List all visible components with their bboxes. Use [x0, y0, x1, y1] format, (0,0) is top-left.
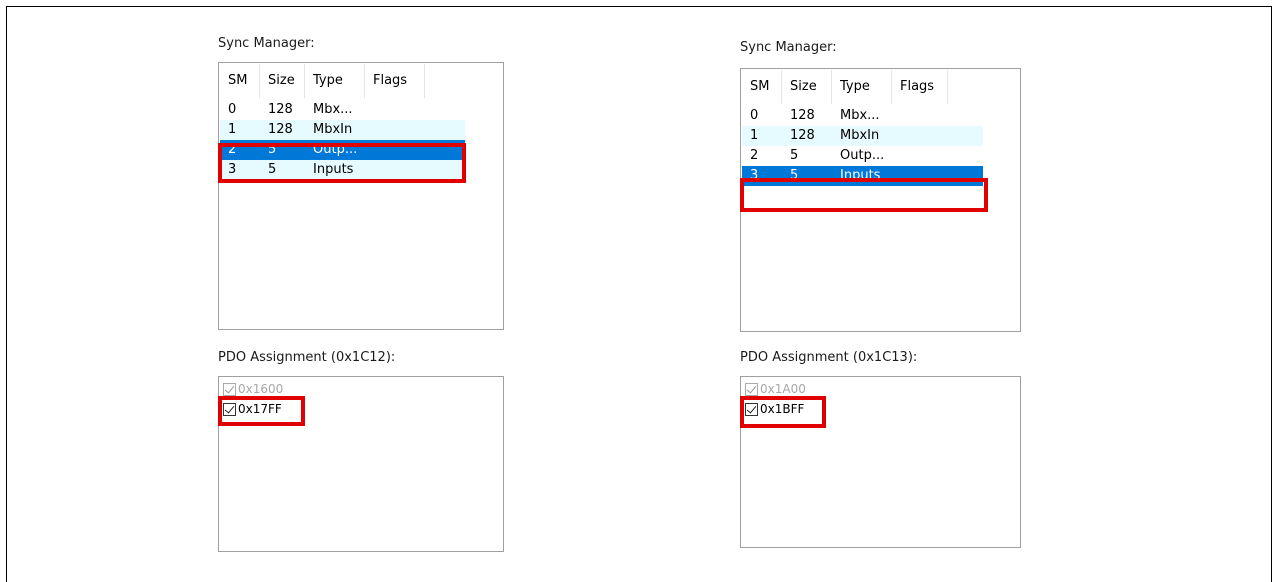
- cell-size: 5: [790, 168, 799, 183]
- cell-size: 5: [268, 162, 277, 177]
- cell-sm: 0: [228, 102, 237, 117]
- cell-size: 5: [268, 142, 277, 157]
- cell-type: Inputs: [313, 162, 354, 177]
- cell-size: 128: [790, 108, 815, 123]
- cell-type: MbxIn: [313, 122, 353, 137]
- cell-type: Outp...: [840, 148, 885, 163]
- cell-sm: 1: [228, 122, 237, 137]
- pdo-assignment-label: PDO Assignment (0x1C12):: [218, 350, 396, 365]
- list-row[interactable]: 1 128 MbxIn: [220, 120, 465, 140]
- column-header-flags[interactable]: Flags: [892, 70, 948, 104]
- list-rows: 0 128 Mbx... 1 128 MbxIn 2 5 Outp... 3 5…: [742, 106, 983, 186]
- cell-type: Outp...: [313, 142, 358, 157]
- list-row-selected[interactable]: 2 5 Outp...: [220, 140, 465, 160]
- cell-type: Inputs: [840, 168, 881, 183]
- pdo-item-label: 0x1BFF: [760, 402, 805, 416]
- column-header-size[interactable]: Size: [260, 64, 305, 98]
- pdo-assignment-label: PDO Assignment (0x1C13):: [740, 350, 918, 365]
- list-row[interactable]: 3 5 Inputs: [220, 160, 465, 180]
- cell-size: 128: [790, 128, 815, 143]
- pdo-item[interactable]: 0x1BFF: [745, 401, 804, 417]
- list-row[interactable]: 0 128 Mbx...: [220, 100, 465, 120]
- list-header: SM Size Type Flags: [742, 70, 948, 104]
- pdo-assignment-list[interactable]: 0x1600 0x17FF: [218, 376, 504, 552]
- sync-manager-list[interactable]: SM Size Type Flags 0 128 Mbx... 1 128 Mb…: [740, 68, 1021, 332]
- cell-type: MbxIn: [840, 128, 880, 143]
- sync-manager-label: Sync Manager:: [218, 36, 315, 51]
- pdo-item-label: 0x1A00: [760, 382, 806, 396]
- column-header-type[interactable]: Type: [832, 70, 892, 104]
- checkbox-icon[interactable]: [223, 382, 236, 396]
- cell-sm: 2: [750, 148, 759, 163]
- window-frame: [6, 6, 1272, 582]
- column-header-sm[interactable]: SM: [742, 70, 782, 104]
- checkbox-icon[interactable]: [745, 382, 758, 396]
- cell-sm: 3: [750, 168, 759, 183]
- list-row[interactable]: 2 5 Outp...: [742, 146, 983, 166]
- pdo-item-label: 0x1600: [238, 382, 284, 396]
- pdo-item[interactable]: 0x1A00: [745, 381, 806, 397]
- cell-type: Mbx...: [840, 108, 880, 123]
- pdo-item[interactable]: 0x1600: [223, 381, 283, 397]
- checkbox-icon[interactable]: [745, 402, 758, 416]
- cell-size: 5: [790, 148, 799, 163]
- sync-manager-list[interactable]: SM Size Type Flags 0 128 Mbx... 1 128 Mb…: [218, 62, 504, 330]
- cell-sm: 0: [750, 108, 759, 123]
- pdo-item[interactable]: 0x17FF: [223, 401, 282, 417]
- column-header-sm[interactable]: SM: [220, 64, 260, 98]
- cell-size: 128: [268, 122, 293, 137]
- column-header-size[interactable]: Size: [782, 70, 832, 104]
- cell-size: 128: [268, 102, 293, 117]
- checkbox-icon[interactable]: [223, 402, 236, 416]
- cell-sm: 2: [228, 142, 237, 157]
- cell-sm: 1: [750, 128, 759, 143]
- list-row[interactable]: 0 128 Mbx...: [742, 106, 983, 126]
- list-row[interactable]: 1 128 MbxIn: [742, 126, 983, 146]
- list-header: SM Size Type Flags: [220, 64, 425, 98]
- cell-type: Mbx...: [313, 102, 353, 117]
- list-row-selected[interactable]: 3 5 Inputs: [742, 166, 983, 186]
- list-rows: 0 128 Mbx... 1 128 MbxIn 2 5 Outp... 3 5…: [220, 100, 465, 180]
- sync-manager-label: Sync Manager:: [740, 40, 837, 55]
- pdo-item-label: 0x17FF: [238, 402, 282, 416]
- pdo-assignment-list[interactable]: 0x1A00 0x1BFF: [740, 376, 1021, 548]
- column-header-type[interactable]: Type: [305, 64, 365, 98]
- column-header-flags[interactable]: Flags: [365, 64, 425, 98]
- cell-sm: 3: [228, 162, 237, 177]
